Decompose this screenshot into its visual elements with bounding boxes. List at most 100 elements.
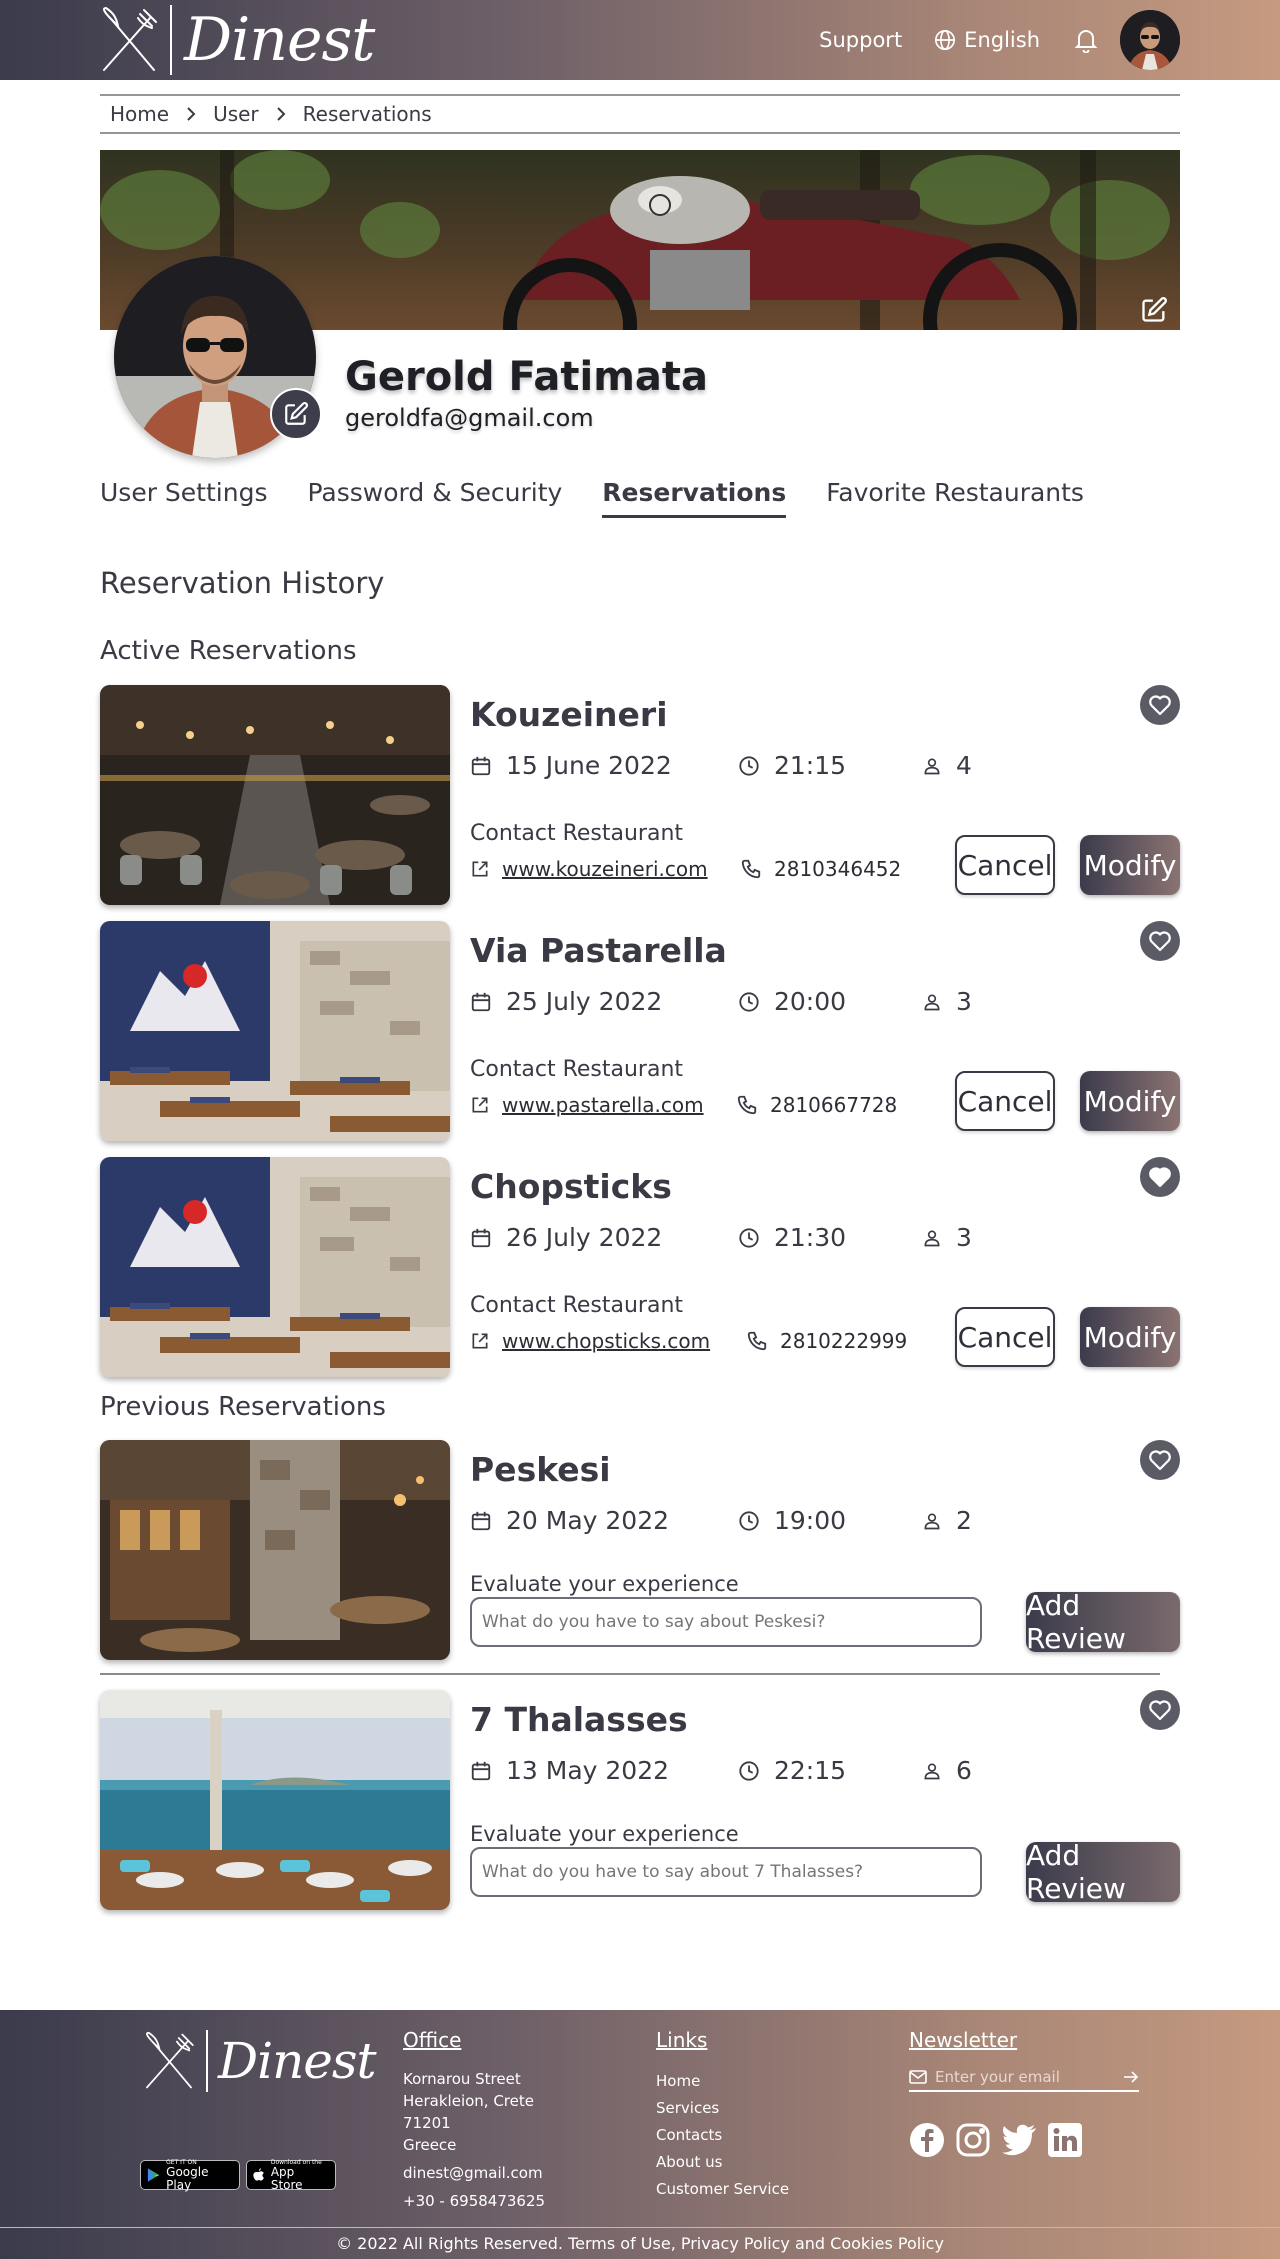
- calendar-icon: [471, 992, 491, 1011]
- tab-reservations[interactable]: Reservations: [602, 478, 787, 518]
- cancel-reservation-button[interactable]: Cancel: [955, 1071, 1055, 1131]
- phone-link[interactable]: 2810222999: [746, 1329, 907, 1353]
- favorite-button[interactable]: [1140, 1690, 1180, 1730]
- apple-icon: [253, 2168, 264, 2181]
- clock-icon: [739, 991, 759, 1012]
- linkedin-link[interactable]: [1047, 2122, 1083, 2158]
- edit-banner-button[interactable]: [1140, 296, 1168, 324]
- people-text: 3: [956, 987, 972, 1016]
- modify-reservation-button[interactable]: Modify: [1080, 835, 1180, 895]
- person-icon: [924, 758, 940, 774]
- favorite-button[interactable]: [1140, 921, 1180, 961]
- website-link[interactable]: www.pastarella.com: [470, 1093, 704, 1117]
- reservation-time: 20:00: [738, 987, 846, 1016]
- footer-logo[interactable]: Dinest: [140, 2028, 377, 2094]
- google-play-text: GET IT ON Google Play: [166, 2159, 233, 2192]
- heart-icon: [1149, 1700, 1171, 1721]
- logo-divider: [170, 5, 172, 75]
- footer-link-contacts[interactable]: Contacts: [656, 2122, 789, 2149]
- date-text: 15 June 2022: [506, 751, 672, 780]
- globe-icon: [935, 30, 956, 50]
- reservation-time: 21:15: [738, 751, 846, 780]
- footer-link-about[interactable]: About us: [656, 2149, 789, 2176]
- google-play-badge[interactable]: GET IT ON Google Play: [140, 2159, 240, 2192]
- review-input[interactable]: [470, 1597, 982, 1647]
- tab-password-security[interactable]: Password & Security: [307, 478, 562, 518]
- calendar-icon: [471, 1761, 491, 1780]
- modify-reservation-button[interactable]: Modify: [1080, 1307, 1180, 1367]
- people-text: 6: [956, 1756, 972, 1785]
- fork-knife-icon: [146, 2031, 194, 2089]
- footer-link-services[interactable]: Services: [656, 2095, 789, 2122]
- tab-favorite-restaurants[interactable]: Favorite Restaurants: [826, 478, 1084, 518]
- heart-icon: [1149, 1167, 1171, 1188]
- mail-icon: [909, 2070, 927, 2084]
- restaurant-photo[interactable]: [100, 685, 450, 905]
- website-link[interactable]: www.kouzeineri.com: [470, 857, 708, 881]
- brand-wordmark: Dinest: [184, 5, 375, 75]
- breadcrumb-home[interactable]: Home: [110, 102, 169, 126]
- person-icon: [924, 1763, 940, 1779]
- app-store-badge[interactable]: Download on the App Store: [246, 2159, 336, 2191]
- people-text: 4: [956, 751, 972, 780]
- date-text: 13 May 2022: [506, 1756, 670, 1785]
- reservation-time: 19:00: [738, 1506, 846, 1535]
- twitter-link[interactable]: [1001, 2122, 1037, 2158]
- heart-icon: [1149, 695, 1171, 716]
- instagram-icon: [956, 2123, 990, 2157]
- reservation-history-title: Reservation History: [100, 566, 385, 600]
- profile-tabs: User Settings Password & Security Reserv…: [100, 478, 1084, 518]
- add-review-button[interactable]: Add Review: [1026, 1839, 1180, 1905]
- phone-link[interactable]: 2810667728: [736, 1093, 897, 1117]
- add-review-button[interactable]: Add Review: [1026, 1589, 1180, 1655]
- edit-profile-picture-button[interactable]: [270, 388, 322, 440]
- favorite-button[interactable]: [1140, 685, 1180, 725]
- twitter-icon: [1002, 2124, 1036, 2156]
- website-link[interactable]: www.chopsticks.com: [470, 1329, 710, 1353]
- newsletter-email-field[interactable]: Enter your email: [909, 2068, 1139, 2092]
- calendar-icon: [471, 756, 491, 775]
- instagram-link[interactable]: [955, 2122, 991, 2158]
- breadcrumb-user[interactable]: User: [213, 102, 259, 126]
- breadcrumb-reservations: Reservations: [302, 102, 432, 126]
- restaurant-photo[interactable]: [100, 921, 450, 1141]
- notifications-button[interactable]: [1074, 27, 1098, 53]
- top-navbar: Dinest Support English: [0, 0, 1280, 80]
- tab-user-settings[interactable]: User Settings: [100, 478, 267, 518]
- brand-logo[interactable]: Dinest: [98, 4, 375, 76]
- divider: [100, 1673, 1160, 1675]
- office-email[interactable]: dinest@gmail.com: [403, 2162, 545, 2184]
- evaluate-label: Evaluate your experience: [470, 1822, 739, 1846]
- facebook-link[interactable]: [909, 2122, 945, 2158]
- review-input[interactable]: [470, 1847, 982, 1897]
- arrow-right-icon[interactable]: [1123, 2070, 1139, 2084]
- people-text: 3: [956, 1223, 972, 1252]
- restaurant-photo[interactable]: [100, 1440, 450, 1660]
- restaurant-photo[interactable]: [100, 1690, 450, 1910]
- user-avatar[interactable]: [1120, 10, 1180, 70]
- google-play-icon: [147, 2168, 160, 2182]
- footer-link-customer-service[interactable]: Customer Service: [656, 2176, 789, 2203]
- restaurant-photo[interactable]: [100, 1157, 450, 1377]
- phone-icon: [747, 1331, 767, 1351]
- modify-reservation-button[interactable]: Modify: [1080, 1071, 1180, 1131]
- reservation-people: 3: [922, 987, 972, 1016]
- support-link[interactable]: Support: [819, 28, 902, 52]
- logo-divider: [206, 2030, 208, 2092]
- favorite-button[interactable]: [1140, 1157, 1180, 1197]
- office-phone[interactable]: +30 - 6958473625: [403, 2190, 545, 2212]
- reservation-date: 20 May 2022: [470, 1506, 669, 1535]
- cancel-reservation-button[interactable]: Cancel: [955, 835, 1055, 895]
- favorite-button[interactable]: [1140, 1440, 1180, 1480]
- contact-label: Contact Restaurant: [470, 1293, 684, 1318]
- facebook-icon: [910, 2123, 944, 2157]
- language-selector[interactable]: English: [934, 28, 1040, 52]
- person-icon: [924, 1513, 940, 1529]
- office-line: Kornarou Street: [403, 2070, 521, 2088]
- reservation-time: 22:15: [738, 1756, 846, 1785]
- cancel-reservation-button[interactable]: Cancel: [955, 1307, 1055, 1367]
- restaurant-photo-image: [100, 685, 450, 905]
- phone-link[interactable]: 2810346452: [740, 857, 901, 881]
- footer-link-home[interactable]: Home: [656, 2068, 789, 2095]
- footer: Dinest GET IT ON Google Play Download on…: [0, 2010, 1280, 2259]
